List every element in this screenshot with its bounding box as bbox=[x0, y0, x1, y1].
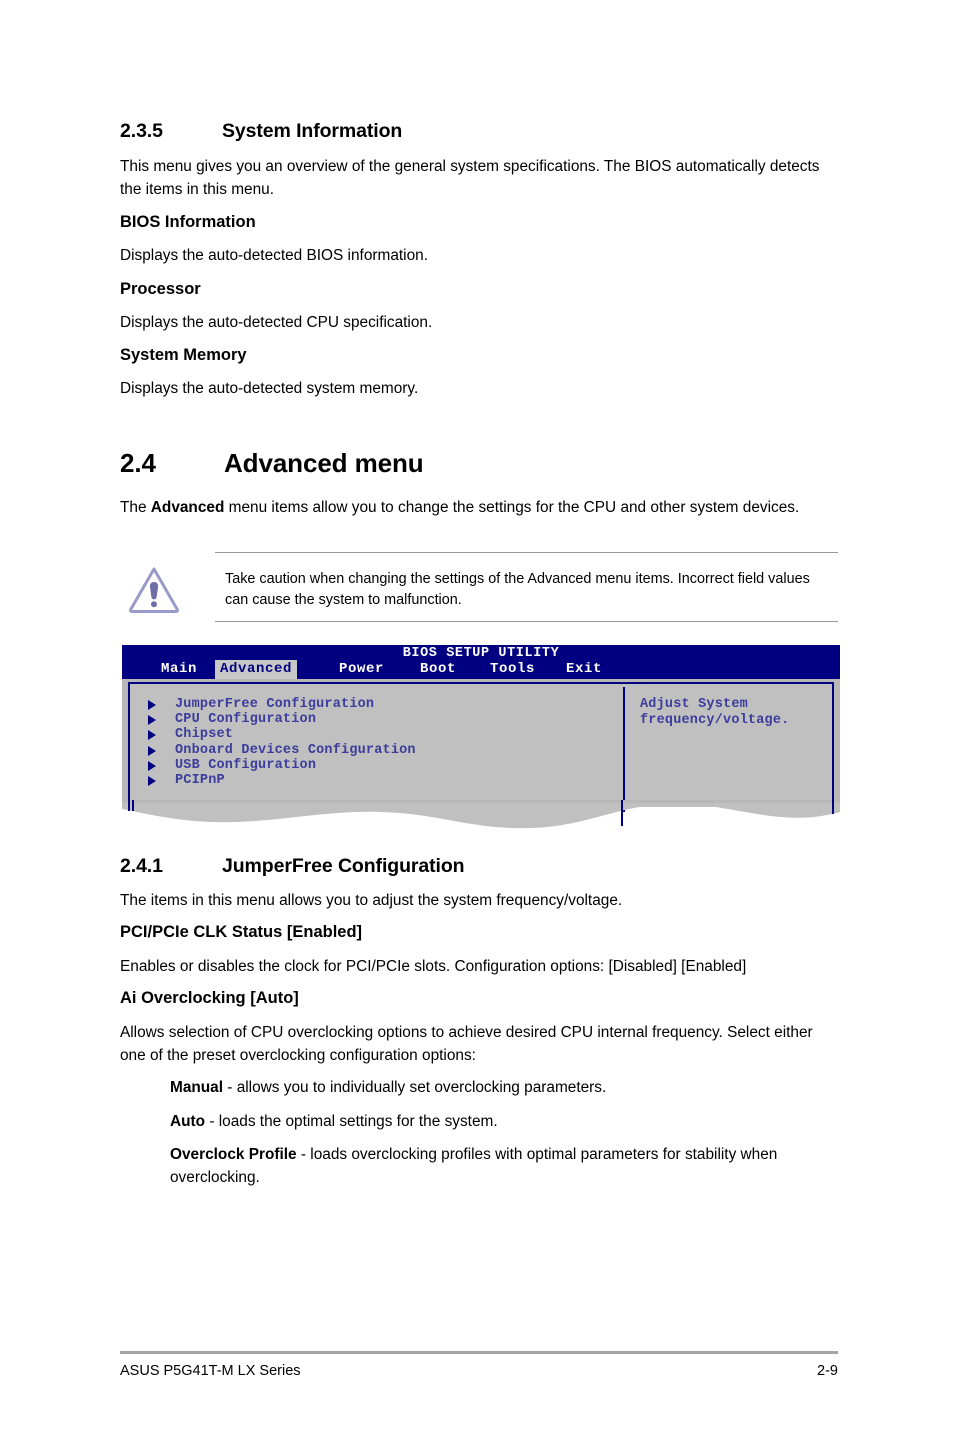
intro-bold: Advanced bbox=[150, 499, 225, 516]
footer-divider bbox=[120, 1351, 838, 1354]
document-page: 2.3.5 System Information This menu gives … bbox=[0, 0, 954, 1438]
heading-number: 2.4.1 bbox=[120, 855, 163, 877]
option-auto: Auto - loads the optimal settings for th… bbox=[170, 1110, 835, 1133]
submenu-arrow-icon bbox=[148, 775, 156, 786]
bios-panel-divider bbox=[623, 687, 625, 812]
bios-border-stub-right bbox=[832, 800, 834, 814]
paragraph-advanced-menu-intro: The Advanced menu items allow you to cha… bbox=[120, 496, 832, 519]
heading-title: JumperFree Configuration bbox=[222, 855, 465, 877]
bios-tab-tools[interactable]: Tools bbox=[485, 660, 540, 679]
paragraph-bios-information: Displays the auto-detected BIOS informat… bbox=[120, 247, 428, 264]
bios-window: BIOS SETUP UTILITY Main Advanced Power B… bbox=[122, 645, 840, 812]
torn-edge-graphic bbox=[122, 800, 840, 829]
option-overclock-profile: Overclock Profile - loads overclocking p… bbox=[170, 1143, 835, 1189]
bios-tab-main[interactable]: Main bbox=[156, 660, 202, 679]
intro-prefix: The bbox=[120, 499, 151, 516]
paragraph-jumperfree-intro: The items in this menu allows you to adj… bbox=[120, 892, 623, 909]
bios-menu-label: JumperFree Configuration bbox=[175, 697, 375, 712]
subheading-bios-information: BIOS Information bbox=[120, 213, 256, 231]
bios-menu-item-usb-configuration[interactable]: USB Configuration bbox=[148, 758, 608, 773]
note-divider-top bbox=[215, 552, 838, 553]
bios-menu-item-pcipnp[interactable]: PCIPnP bbox=[148, 773, 608, 788]
option-term: Overclock Profile bbox=[170, 1146, 297, 1163]
bios-menu-item-cpu-configuration[interactable]: CPU Configuration bbox=[148, 712, 608, 727]
bios-tab-exit[interactable]: Exit bbox=[561, 660, 607, 679]
paragraph-processor: Displays the auto-detected CPU specifica… bbox=[120, 314, 433, 331]
paragraph-pci-pcie-clk-status: Enables or disables the clock for PCI/PC… bbox=[120, 958, 747, 975]
bios-menu-label: Onboard Devices Configuration bbox=[175, 742, 416, 758]
bios-body: JumperFree Configuration CPU Configurati… bbox=[122, 679, 840, 812]
footer-page-number: 2-9 bbox=[817, 1363, 838, 1379]
bios-setup-screenshot: BIOS SETUP UTILITY Main Advanced Power B… bbox=[122, 645, 840, 830]
paragraph-system-memory: Displays the auto-detected system memory… bbox=[120, 380, 419, 397]
heading-title: Advanced menu bbox=[224, 448, 424, 478]
heading-system-information: 2.3.5 System Information bbox=[120, 120, 402, 143]
submenu-arrow-icon bbox=[148, 715, 156, 726]
bios-tab-power[interactable]: Power bbox=[334, 660, 389, 679]
subheading-system-memory: System Memory bbox=[120, 346, 247, 364]
option-manual: Manual - allows you to individually set … bbox=[170, 1076, 835, 1099]
warning-triangle-icon bbox=[126, 564, 182, 614]
bios-header: BIOS SETUP UTILITY Main Advanced Power B… bbox=[122, 645, 840, 679]
intro-suffix: menu items allow you to change the setti… bbox=[224, 499, 800, 516]
bios-help-panel: Adjust System frequency/voltage. bbox=[640, 697, 835, 729]
submenu-arrow-icon bbox=[148, 745, 156, 756]
heading-jumperfree-configuration: 2.4.1 JumperFree Configuration bbox=[120, 855, 465, 878]
option-desc: - loads the optimal settings for the sys… bbox=[205, 1113, 498, 1130]
subheading-processor: Processor bbox=[120, 280, 201, 298]
option-term: Auto bbox=[170, 1113, 206, 1130]
subheading-pci-pcie-clk-status: PCI/PCIe CLK Status [Enabled] bbox=[120, 923, 363, 941]
bios-menu-label: CPU Configuration bbox=[175, 712, 317, 728]
bios-menu-label: PCIPnP bbox=[175, 772, 225, 788]
paragraph-ai-overclocking: Allows selection of CPU overclocking opt… bbox=[120, 1024, 813, 1064]
subheading-ai-overclocking: Ai Overclocking [Auto] bbox=[120, 989, 299, 1007]
bios-menu-label: Chipset bbox=[175, 727, 234, 743]
option-desc: - allows you to individually set overclo… bbox=[223, 1079, 607, 1096]
bios-menu-label: USB Configuration bbox=[175, 757, 317, 773]
caution-note-text: Take caution when changing the settings … bbox=[225, 571, 810, 608]
bios-tab-boot[interactable]: Boot bbox=[415, 660, 461, 679]
bios-help-line-1: Adjust System bbox=[640, 697, 748, 712]
bios-content-frame: JumperFree Configuration CPU Configurati… bbox=[128, 682, 835, 812]
bios-border-stub-middle bbox=[621, 800, 623, 826]
bios-title: BIOS SETUP UTILITY bbox=[402, 646, 560, 661]
bios-menu-item-onboard-devices[interactable]: Onboard Devices Configuration bbox=[148, 743, 608, 758]
bios-border-stub-left bbox=[128, 800, 130, 811]
bios-tab-bar: Main Advanced Power Boot Tools Exit bbox=[122, 660, 840, 679]
bios-menu-item-chipset[interactable]: Chipset bbox=[148, 727, 608, 742]
option-term: Manual bbox=[170, 1079, 224, 1096]
bios-help-line-2: frequency/voltage. bbox=[640, 713, 790, 728]
heading-title: System Information bbox=[222, 120, 403, 142]
note-divider-bottom bbox=[215, 621, 838, 622]
heading-number: 2.3.5 bbox=[120, 120, 163, 142]
bios-border-stub-left-inner bbox=[132, 800, 134, 811]
paragraph-system-information-intro: This menu gives you an overview of the g… bbox=[120, 158, 820, 198]
submenu-arrow-icon bbox=[148, 760, 156, 771]
heading-advanced-menu: 2.4 Advanced menu bbox=[120, 448, 424, 479]
bios-menu-list: JumperFree Configuration CPU Configurati… bbox=[148, 697, 608, 788]
bios-tab-advanced[interactable]: Advanced bbox=[215, 660, 298, 679]
bios-menu-item-jumperfree[interactable]: JumperFree Configuration bbox=[148, 697, 608, 712]
caution-note: Take caution when changing the settings … bbox=[120, 552, 838, 622]
heading-number: 2.4 bbox=[120, 448, 156, 478]
submenu-arrow-icon bbox=[148, 700, 156, 710]
submenu-arrow-icon bbox=[148, 730, 156, 741]
